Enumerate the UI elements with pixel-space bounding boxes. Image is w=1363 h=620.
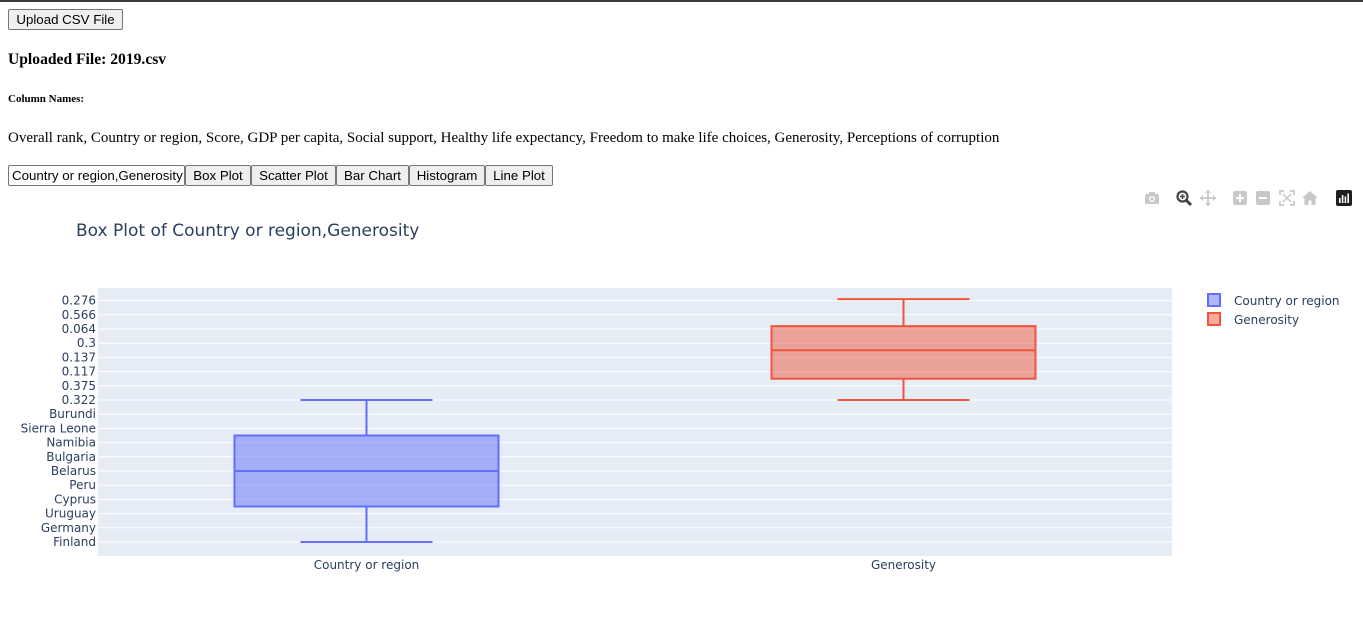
- column-names-list: Overall rank, Country or region, Score, …: [8, 130, 1000, 146]
- y-tick-label: Germany: [41, 521, 96, 535]
- legend-item[interactable]: Generosity: [1207, 312, 1299, 327]
- y-tick-label: 0.276: [62, 294, 96, 308]
- y-tick-label: Burundi: [49, 407, 96, 421]
- y-tick-label: 0.137: [62, 350, 96, 364]
- selected-columns-input[interactable]: Country or region,Generosity: [8, 165, 185, 186]
- y-tick-label: 0.3: [77, 336, 96, 350]
- y-tick-label: 0.117: [62, 365, 96, 379]
- y-tick-label: Sierra Leone: [21, 421, 96, 435]
- bar-chart-button[interactable]: Bar Chart: [336, 165, 409, 186]
- y-tick-label: Peru: [69, 478, 96, 492]
- scatter-plot-button[interactable]: Scatter Plot: [251, 165, 336, 186]
- chart-title: Box Plot of Country or region,Generosity: [76, 221, 419, 241]
- legend-label: Country or region: [1234, 294, 1340, 308]
- y-tick-label: 0.566: [62, 308, 96, 322]
- legend-item[interactable]: Country or region: [1207, 293, 1340, 308]
- y-tick-label: Finland: [53, 535, 96, 549]
- x-tick-labels: Country or region Generosity: [314, 558, 936, 572]
- x-tick-label: Country or region: [314, 558, 420, 572]
- y-tick-label: 0.322: [62, 393, 96, 407]
- y-tick-label: Namibia: [46, 436, 96, 450]
- y-tick-label: 0.375: [62, 379, 96, 393]
- legend: Country or region Generosity: [1207, 293, 1340, 327]
- legend-label: Generosity: [1234, 313, 1299, 327]
- window-top-border: [0, 0, 1363, 2]
- box-iqr: [770, 325, 1037, 380]
- upload-csv-button[interactable]: Upload CSV File: [8, 9, 123, 30]
- y-tick-labels: FinlandGermanyUruguayCyprusPeruBelarusBu…: [21, 294, 96, 549]
- line-plot-button[interactable]: Line Plot: [485, 165, 553, 186]
- histogram-button[interactable]: Histogram: [409, 165, 485, 186]
- box-plot-button[interactable]: Box Plot: [185, 165, 251, 186]
- box-plot-chart: Box Plot of Country or region,Generosity…: [21, 221, 1340, 572]
- y-tick-label: Cyprus: [54, 492, 96, 506]
- column-names-heading: Column Names:: [8, 93, 85, 105]
- legend-swatch: [1207, 312, 1221, 326]
- y-tick-label: Bulgaria: [46, 450, 96, 464]
- y-tick-label: Belarus: [51, 464, 96, 478]
- uploaded-file-heading: Uploaded File: 2019.csv: [8, 51, 167, 68]
- x-tick-label: Generosity: [871, 558, 936, 572]
- y-tick-label: Uruguay: [45, 507, 96, 521]
- legend-swatch: [1207, 293, 1221, 307]
- y-tick-label: 0.064: [62, 322, 96, 336]
